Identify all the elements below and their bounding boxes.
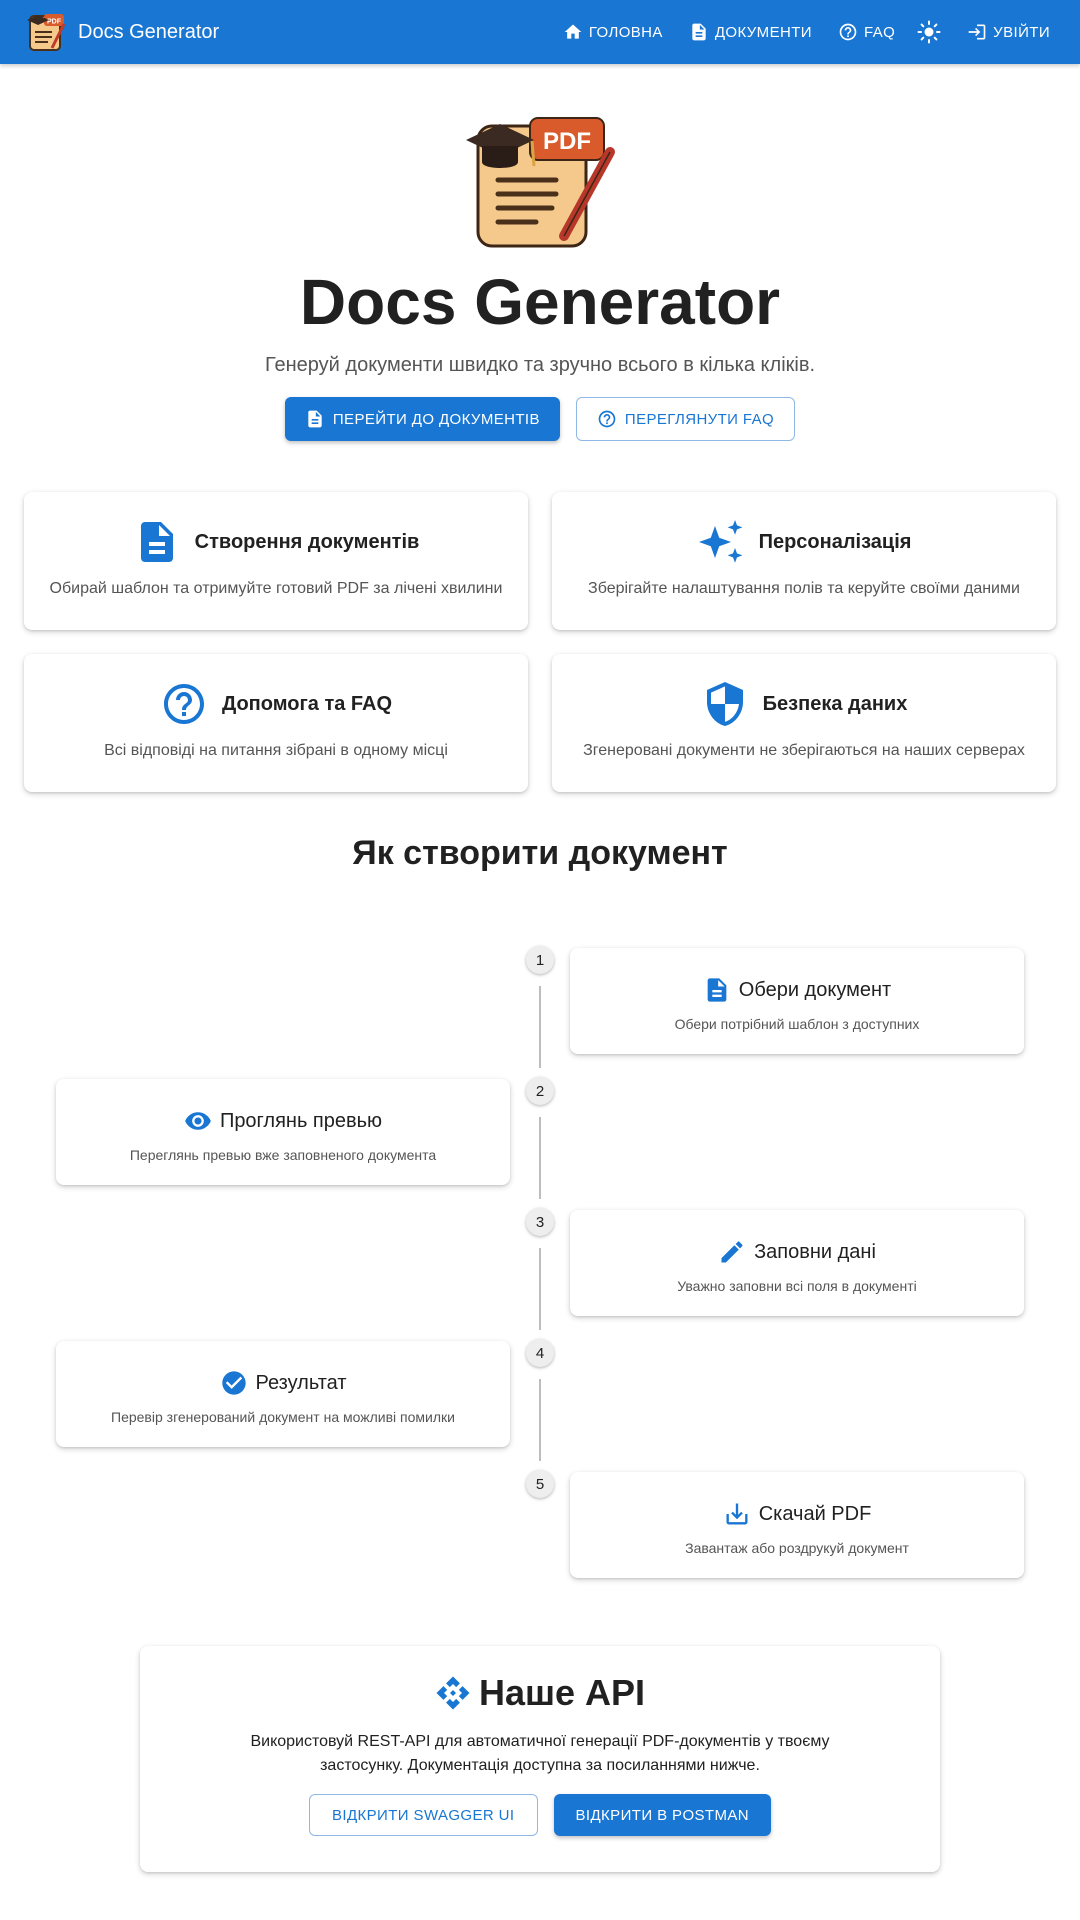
brand-home-link[interactable]: PDF Docs Generator	[24, 10, 219, 54]
step-card-result: Результат Перевір згенерований документ …	[56, 1341, 510, 1447]
feature-card-help: Допомога та FAQ Всі відповіді на питання…	[24, 654, 528, 792]
step-title: Проглянь превью	[219, 1109, 383, 1132]
nav-login-label: УВІЙТИ	[993, 23, 1050, 41]
nav-faq[interactable]: FAQ	[830, 16, 903, 48]
timeline-connector	[539, 1248, 541, 1330]
go-to-documents-label: ПЕРЕЙТИ ДО ДОКУМЕНТІВ	[332, 410, 540, 428]
steps-section-title: Як створити документ	[352, 834, 728, 872]
home-icon	[564, 24, 582, 39]
api-description: Використовуй REST-API для автоматичної г…	[250, 1733, 830, 1774]
timeline-step-number: 3	[526, 1208, 554, 1236]
svg-text:PDF: PDF	[543, 128, 591, 155]
view-faq-button[interactable]: ПЕРЕГЛЯНУТИ FAQ	[575, 397, 796, 441]
step-card-preview: Проглянь превью Переглянь превью вже зап…	[56, 1079, 510, 1185]
nav-documents[interactable]: ДОКУМЕНТИ	[681, 16, 820, 48]
feature-title: Створення документів	[194, 530, 420, 553]
feature-card-personalization: Персоналізація Зберігайте налаштування п…	[552, 492, 1056, 630]
step-desc: Перевір згенерований документ на можливі…	[111, 1409, 455, 1425]
feature-title: Персоналізація	[758, 530, 912, 553]
open-swagger-button[interactable]: ВІДКРИТИ SWAGGER UI	[308, 1794, 538, 1836]
shield-icon	[706, 682, 743, 726]
hero-section: PDF Docs Generator Генеруй документи шви…	[0, 108, 1080, 441]
api-card: Наше API Використовуй REST-API для автом…	[140, 1646, 940, 1872]
help-icon	[598, 410, 616, 428]
open-swagger-label: ВІДКРИТИ SWAGGER UI	[331, 1806, 515, 1824]
step-title: Скачай PDF	[758, 1502, 872, 1525]
step-title: Обери документ	[738, 978, 892, 1001]
hero-actions: ПЕРЕЙТИ ДО ДОКУМЕНТІВ ПЕРЕГЛЯНУТИ FAQ	[0, 397, 1080, 441]
feature-card-security: Безпека даних Згенеровані документи не з…	[552, 654, 1056, 792]
hero-title: Docs Generator	[299, 266, 781, 338]
view-faq-label: ПЕРЕГЛЯНУТИ FAQ	[624, 410, 775, 428]
step-title: Заповни дані	[754, 1240, 876, 1263]
document-icon	[692, 23, 706, 41]
app-logo-icon: PDF	[27, 14, 66, 51]
go-to-documents-button[interactable]: ПЕРЕЙТИ ДО ДОКУМЕНТІВ	[284, 397, 560, 441]
timeline-step-number: 2	[526, 1077, 554, 1105]
nav-login[interactable]: УВІЙТИ	[959, 16, 1058, 48]
top-nav: ГОЛОВНА ДОКУМЕНТИ FAQ УВІЙТИ	[545, 0, 1058, 64]
hero-logo-icon: PDF	[466, 117, 615, 248]
document-icon	[707, 978, 727, 1002]
api-icon	[436, 1676, 470, 1710]
timeline-connector	[539, 986, 541, 1068]
login-icon	[968, 24, 986, 40]
nav-faq-label: FAQ	[863, 23, 896, 41]
timeline-step-number: 5	[526, 1470, 554, 1498]
step-desc: Уважно заповни всі поля в документі	[677, 1278, 917, 1294]
app-title: Docs Generator	[78, 20, 220, 43]
help-icon	[839, 23, 857, 41]
document-icon	[140, 522, 173, 562]
open-postman-label: ВІДКРИТИ В POSTMAN	[575, 1806, 750, 1824]
nav-documents-label: ДОКУМЕНТИ	[714, 23, 812, 41]
document-icon	[308, 410, 322, 428]
api-title: Наше API	[478, 1672, 646, 1713]
feature-desc: Обирай шаблон та отримуйте готовий PDF з…	[49, 580, 503, 597]
pencil-icon	[721, 1241, 743, 1263]
feature-title: Безпека даних	[762, 692, 908, 715]
timeline-connector	[539, 1117, 541, 1199]
hero-subtitle: Генеруй документи швидко та зручно всьог…	[264, 354, 816, 376]
app-bar: PDF Docs Generator ГОЛОВНА ДОКУМЕНТИ FAQ…	[0, 0, 1080, 64]
help-icon	[163, 684, 204, 724]
svg-text:PDF: PDF	[47, 19, 62, 26]
check-circle-icon	[221, 1371, 246, 1395]
nav-home[interactable]: ГОЛОВНА	[555, 16, 671, 48]
feature-card-create: Створення документів Обирай шаблон та от…	[24, 492, 528, 630]
step-desc: Обери потрібний шаблон з доступних	[674, 1016, 920, 1032]
sun-icon	[917, 20, 941, 44]
nav-home-label: ГОЛОВНА	[588, 23, 663, 41]
step-card-fill: Заповни дані Уважно заповни всі поля в д…	[570, 1210, 1024, 1316]
timeline-step-number: 1	[526, 946, 554, 974]
step-card-choose: Обери документ Обери потрібний шаблон з …	[570, 948, 1024, 1054]
feature-desc: Згенеровані документи не зберігаються на…	[583, 742, 1025, 759]
feature-desc: Всі відповіді на питання зібрані в одном…	[104, 742, 448, 759]
theme-toggle-button[interactable]	[909, 12, 949, 52]
step-title: Результат	[255, 1371, 347, 1394]
sparkle-icon	[698, 520, 742, 563]
eye-icon	[185, 1112, 211, 1130]
open-postman-button[interactable]: ВІДКРИТИ В POSTMAN	[553, 1794, 772, 1836]
api-actions: ВІДКРИТИ SWAGGER UI ВІДКРИТИ В POSTMAN	[140, 1794, 940, 1836]
timeline-step-number: 4	[526, 1339, 554, 1367]
step-card-download: Скачай PDF Завантаж або роздрукуй докуме…	[570, 1472, 1024, 1578]
download-icon	[726, 1503, 748, 1525]
timeline-connector	[539, 1379, 541, 1461]
step-desc: Завантаж або роздрукуй документ	[685, 1540, 909, 1556]
feature-title: Допомога та FAQ	[221, 692, 393, 715]
step-desc: Переглянь превью вже заповненого докумен…	[129, 1147, 437, 1163]
feature-desc: Зберігайте налаштування полів та керуйте…	[588, 580, 1020, 597]
